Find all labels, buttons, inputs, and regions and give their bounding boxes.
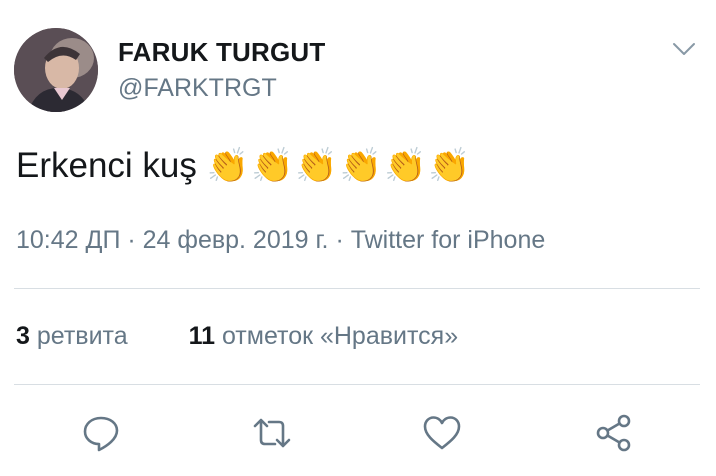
divider: [14, 288, 700, 289]
share-button[interactable]: [593, 412, 635, 454]
likes-stat[interactable]: 11 отметок «Нравится»: [189, 322, 459, 351]
likes-label: отметок «Нравится»: [221, 322, 459, 350]
tweet-text: Erkenci kuş 👏👏👏👏👏👏: [16, 146, 473, 186]
display-name[interactable]: FARUK TURGUT: [118, 37, 326, 68]
chevron-down-icon[interactable]: [672, 40, 696, 58]
user-handle[interactable]: @FARKTRGT: [118, 74, 277, 103]
retweets-count: 3: [16, 322, 30, 350]
clapping-hands-emoji: 👏👏👏👏👏👏: [206, 146, 473, 186]
like-button[interactable]: [421, 412, 463, 454]
retweets-stat[interactable]: 3 ретвита: [16, 322, 128, 351]
heart-icon: [423, 416, 461, 450]
action-bar: [0, 412, 716, 454]
reply-icon: [83, 416, 119, 452]
tweet-detail: FARUK TURGUT @FARKTRGT Erkenci kuş 👏👏👏👏👏…: [0, 0, 716, 476]
tweet-stats: 3 ретвита 11 отметок «Нравится»: [16, 322, 458, 351]
retweet-icon: [253, 418, 291, 448]
share-icon: [596, 414, 631, 452]
likes-count: 11: [188, 322, 215, 350]
divider: [14, 384, 700, 385]
retweet-button[interactable]: [251, 412, 293, 454]
tweet-text-body: Erkenci kuş: [16, 146, 197, 185]
reply-button[interactable]: [80, 412, 122, 454]
tweet-metadata: 10:42 ДП · 24 февр. 2019 г. · Twitter fo…: [16, 226, 546, 254]
avatar[interactable]: [14, 28, 98, 112]
avatar-image: [14, 28, 98, 112]
retweets-label: ретвита: [36, 322, 128, 350]
